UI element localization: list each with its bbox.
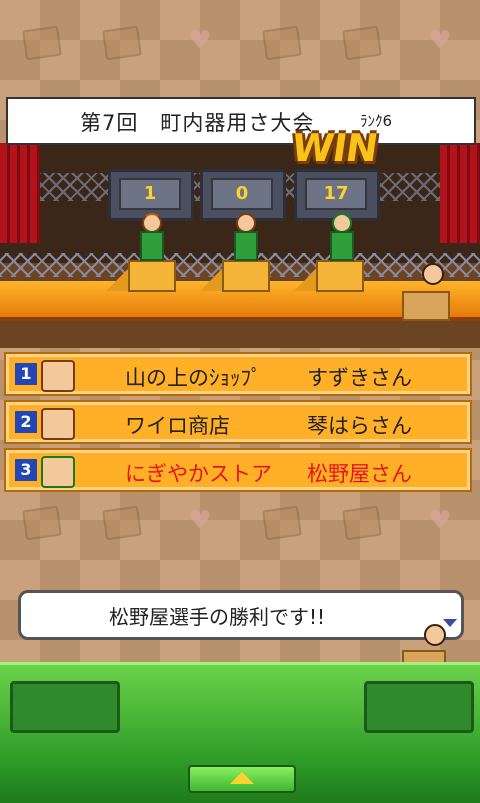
score-value: 0: [211, 178, 273, 210]
contestant-3-sprite: [326, 213, 354, 261]
crate-decoration: [102, 505, 142, 541]
crate-decoration: [102, 25, 142, 61]
score-value: 1: [119, 178, 181, 210]
message-bubble[interactable]: 松野屋選手の勝利です!!: [18, 590, 464, 640]
shop-name: にぎやかストア: [125, 462, 272, 486]
right-curtain: [440, 143, 480, 243]
left-curtain: [0, 143, 40, 243]
heart-decoration: ♥: [188, 506, 212, 536]
ranking-row-1: 1 山の上のｼｮｯﾌﾟ すずきさん: [6, 354, 470, 394]
ranking-row-3: 3 にぎやかストア 松野屋さん: [6, 450, 470, 490]
contest-stage: 1 0 17: [0, 143, 480, 348]
crate-decoration: [262, 505, 302, 541]
contestant-1-sprite: [136, 213, 164, 261]
score-value: 17: [305, 178, 367, 210]
crate-decoration: [342, 25, 382, 61]
podium-stairs: [200, 267, 224, 291]
contest-title: 第7回 町内器用さ大会: [80, 111, 315, 135]
crate-decoration: [22, 505, 62, 541]
place-number: 2: [15, 411, 37, 433]
contest-title-bar: 第7回 町内器用さ大会 ﾗﾝｸ6: [6, 97, 476, 145]
win-logo: WIN: [288, 126, 380, 170]
contestant-avatar: [41, 408, 75, 440]
podium-2: [222, 260, 270, 292]
announcer-head: [422, 263, 444, 285]
shop-name: 山の上のｼｮｯﾌﾟ: [125, 366, 262, 390]
owner-name: すずきさん: [307, 366, 412, 390]
podium-stairs: [106, 267, 130, 291]
crate-decoration: [262, 25, 302, 61]
shop-name: ワイロ商店: [125, 414, 230, 438]
place-number: 3: [15, 459, 37, 481]
podium-1: [128, 260, 176, 292]
announcer-portrait-head: [424, 624, 446, 646]
up-arrow-icon: [230, 772, 254, 784]
left-panel-button[interactable]: [10, 681, 120, 733]
owner-name: 松野屋さん: [307, 462, 412, 486]
podium-3: [316, 260, 364, 292]
right-panel-button[interactable]: [364, 681, 474, 733]
menu-open-button[interactable]: [188, 765, 296, 793]
podium-stairs: [294, 267, 318, 291]
heart-decoration: ♥: [428, 26, 452, 56]
heart-decoration: ♥: [188, 26, 212, 56]
message-text: 松野屋選手の勝利です!!: [109, 605, 326, 629]
ranking-row-2: 2 ワイロ商店 琴はらさん: [6, 402, 470, 442]
crate-decoration: [342, 505, 382, 541]
heart-decoration: ♥: [428, 506, 452, 536]
contestant-avatar: [41, 456, 75, 488]
bottom-control-panel: [0, 662, 480, 803]
place-number: 1: [15, 363, 37, 385]
crate-decoration: [22, 25, 62, 61]
owner-name: 琴はらさん: [307, 414, 412, 438]
contestant-2-sprite: [230, 213, 258, 261]
next-arrow-icon: [443, 619, 457, 627]
contestant-avatar: [41, 360, 75, 392]
announcer-desk: [402, 291, 450, 321]
